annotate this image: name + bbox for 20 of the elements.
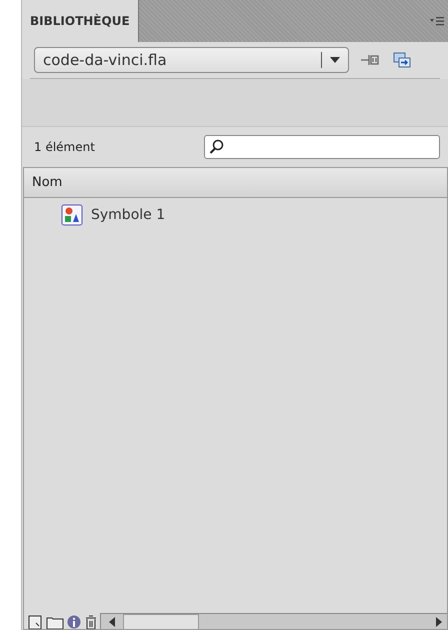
scrollbar-thumb[interactable] — [123, 614, 199, 630]
trash-icon[interactable] — [85, 615, 97, 629]
scroll-right-icon[interactable] — [435, 616, 443, 626]
symbol-icon — [61, 204, 83, 226]
info-icon[interactable] — [67, 615, 81, 629]
new-library-panel-icon[interactable] — [393, 52, 411, 68]
new-symbol-icon[interactable] — [28, 615, 42, 629]
item-count: 1 élément — [34, 139, 96, 156]
document-dropdown[interactable]: code-da-vinci.fla — [34, 47, 349, 73]
panel-tab[interactable]: BIBLIOTHÈQUE — [22, 0, 139, 42]
panel-menu-icon[interactable] — [430, 16, 444, 26]
search-icon — [209, 139, 225, 155]
search-field[interactable] — [204, 135, 440, 159]
horizontal-scrollbar[interactable] — [100, 613, 447, 629]
scroll-left-icon[interactable] — [108, 616, 116, 626]
folder-icon[interactable] — [46, 615, 64, 629]
pin-icon[interactable] — [361, 52, 381, 68]
library-item[interactable]: Symbole 1 — [24, 202, 447, 228]
dropdown-arrow-icon — [330, 57, 340, 63]
column-header[interactable]: Nom — [24, 168, 447, 198]
